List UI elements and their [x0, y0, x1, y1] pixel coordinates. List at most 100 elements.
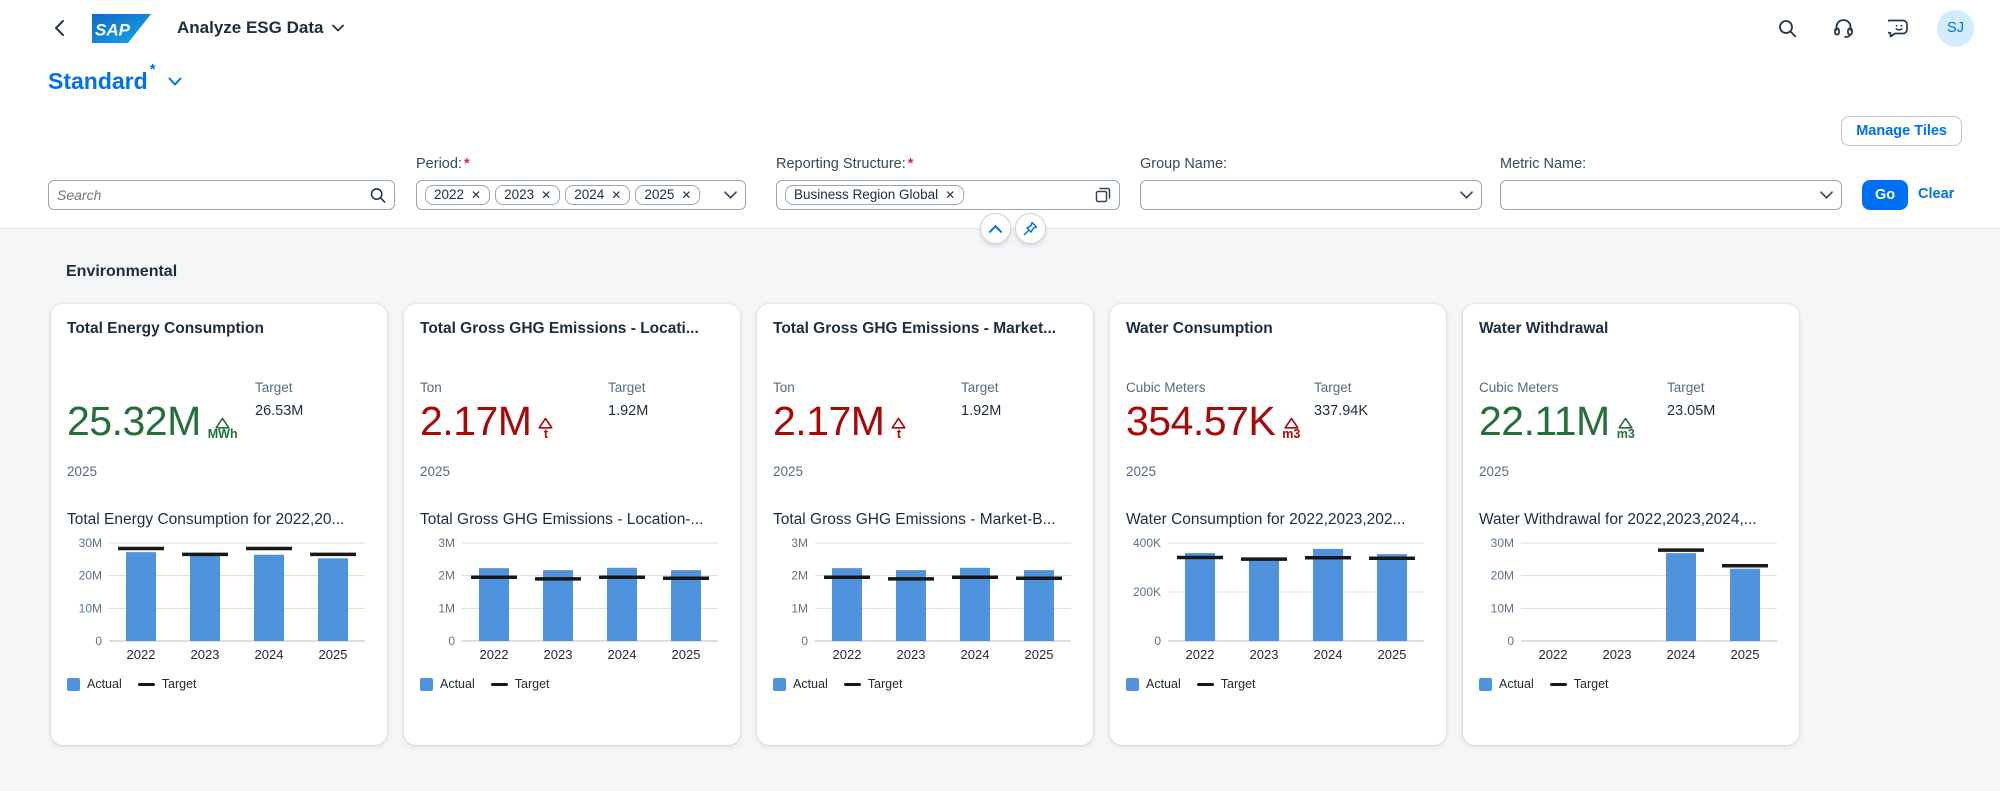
chevron-down-icon[interactable] [724, 191, 737, 199]
feedback-button[interactable] [1881, 10, 1917, 46]
legend-actual-label: Actual [1499, 677, 1534, 691]
target-value: 1.92M [608, 403, 649, 419]
period-token[interactable]: 2023 ✕ [495, 185, 561, 205]
avatar[interactable]: SJ [1937, 9, 1974, 47]
kpi-tile-ghg-market-based[interactable]: Total Gross GHG Emissions - Market... To… [757, 304, 1093, 745]
kpi-tile-water-consumption[interactable]: Water Consumption Cubic Meters 354.57K m… [1110, 304, 1446, 745]
search-button[interactable] [1769, 10, 1805, 46]
svg-text:2022: 2022 [480, 647, 509, 662]
svg-text:2023: 2023 [544, 647, 573, 662]
svg-text:2023: 2023 [1250, 647, 1279, 662]
required-asterisk: * [463, 156, 470, 172]
legend-target-label: Target [1220, 677, 1256, 691]
legend-target-swatch [137, 682, 155, 686]
pin-filter-bar-button[interactable] [1015, 213, 1046, 244]
value-help-icon[interactable] [1095, 187, 1111, 203]
kpi-unit-label: Cubic Meters [1126, 380, 1206, 395]
svg-text:0: 0 [801, 634, 808, 648]
search-icon[interactable] [370, 187, 386, 204]
target-label: Target [961, 380, 999, 395]
target-value: 1.92M [961, 403, 1002, 419]
svg-text:2M: 2M [791, 569, 808, 583]
reporting-structure-label: Reporting Structure: * [776, 156, 914, 172]
tile-title: Water Consumption [1126, 320, 1273, 337]
kpi-tile-ghg-location-based[interactable]: Total Gross GHG Emissions - Locati... To… [404, 304, 740, 745]
pin-icon [1023, 221, 1038, 236]
period-label: Period: * [416, 156, 470, 172]
token-remove-icon[interactable]: ✕ [945, 188, 955, 202]
kpi-tile-total-energy-consumption[interactable]: Total Energy Consumption 25.32M MWh Targ… [51, 304, 387, 745]
collapse-filter-bar-button[interactable] [980, 213, 1011, 244]
feedback-chat-icon [1888, 19, 1908, 38]
chart-title: Total Gross GHG Emissions - Location-... [420, 511, 704, 528]
search-input[interactable] [57, 187, 370, 203]
kpi-value: 25.32M [67, 398, 201, 444]
kpi-unit-label: Ton [773, 380, 795, 395]
svg-text:2024: 2024 [961, 647, 990, 662]
legend-target-label: Target [867, 677, 903, 691]
kpi-tile-water-withdrawal[interactable]: Water Withdrawal Cubic Meters 22.11M m3 [1463, 304, 1799, 745]
svg-text:0: 0 [1154, 634, 1161, 648]
headset-icon [1833, 19, 1853, 38]
svg-text:2022: 2022 [127, 647, 156, 662]
required-asterisk: * [907, 156, 914, 172]
group-name-label: Group Name: [1140, 156, 1228, 172]
tile-container: Total Energy Consumption 25.32M MWh Targ… [51, 304, 1799, 745]
manage-tiles-button[interactable]: Manage Tiles [1841, 116, 1962, 146]
kpi-value: 22.11M [1479, 398, 1610, 444]
svg-text:2022: 2022 [1539, 647, 1568, 662]
go-button[interactable]: Go [1862, 180, 1909, 210]
search-field[interactable] [48, 180, 395, 210]
svg-text:3M: 3M [438, 536, 455, 550]
legend-actual-label: Actual [440, 677, 475, 691]
kpi-unit-label: Ton [420, 380, 442, 395]
kpi-value: 2.17M [420, 398, 532, 444]
kpi-year: 2025 [1479, 464, 1510, 479]
period-multicombobox[interactable]: 2022 ✕ 2023 ✕ 2024 ✕ 2025 ✕ [416, 180, 746, 210]
reporting-structure-token[interactable]: Business Region Global ✕ [785, 185, 965, 205]
back-button[interactable] [44, 13, 74, 43]
period-token[interactable]: 2024 ✕ [565, 185, 631, 205]
metric-name-select[interactable] [1500, 180, 1842, 210]
token-remove-icon[interactable]: ✕ [471, 188, 481, 202]
reporting-structure-input[interactable]: Business Region Global ✕ [776, 180, 1120, 210]
token-remove-icon[interactable]: ✕ [611, 188, 621, 202]
kpi-row: Ton 2.17M t Target 1.92M [420, 380, 724, 442]
tile-title: Water Withdrawal [1479, 320, 1609, 337]
clear-button[interactable]: Clear [1918, 186, 1954, 202]
legend-target-swatch [1549, 682, 1567, 686]
legend-actual-label: Actual [1146, 677, 1181, 691]
kpi-year: 2025 [67, 464, 98, 479]
svg-text:400K: 400K [1133, 536, 1161, 550]
svg-text:SAP: SAP [95, 20, 131, 39]
app-title-menu[interactable]: Analyze ESG Data [177, 18, 345, 38]
svg-text:1M: 1M [791, 601, 808, 615]
chart-legend: Actual Target [773, 677, 1077, 691]
deviation-unit: m3 [1282, 426, 1301, 441]
target-label: Target [1314, 380, 1352, 395]
chevron-down-icon[interactable] [1820, 191, 1833, 199]
group-name-select[interactable] [1140, 180, 1482, 210]
variant-selector[interactable]: Standard * [48, 61, 182, 95]
bar-chart: 0 1M 2M 3M 2022 2023 2024 2025 [438, 536, 718, 662]
chevron-down-icon [332, 24, 345, 32]
support-button[interactable] [1825, 10, 1861, 46]
deviation-unit: m3 [1616, 426, 1635, 441]
period-token[interactable]: 2025 ✕ [635, 185, 701, 205]
shell-actions: SJ [1769, 9, 1974, 47]
svg-text:2024: 2024 [1667, 647, 1696, 662]
metric-name-label: Metric Name: [1500, 156, 1587, 172]
target-label: Target [608, 380, 646, 395]
svg-text:2025: 2025 [1025, 647, 1054, 662]
kpi-value: 354.57K [1126, 398, 1276, 444]
deviation-indicator: m3 [1282, 417, 1300, 443]
token-remove-icon[interactable]: ✕ [541, 188, 551, 202]
legend-actual-swatch [773, 677, 786, 691]
chevron-down-icon [168, 77, 182, 86]
svg-text:20M: 20M [1491, 569, 1514, 583]
period-token[interactable]: 2022 ✕ [425, 185, 491, 205]
chevron-down-icon[interactable] [1460, 191, 1473, 199]
token-remove-icon[interactable]: ✕ [681, 188, 691, 202]
deviation-indicator: t [538, 417, 554, 443]
svg-text:1M: 1M [438, 601, 455, 615]
